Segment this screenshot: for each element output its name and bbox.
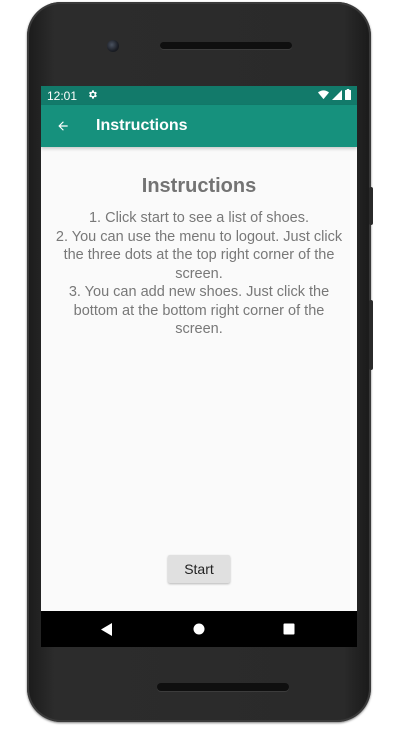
- toolbar-title: Instructions: [96, 117, 188, 134]
- signal-icon: [332, 89, 342, 103]
- device-screen: 12:01 Instructions Instructions 1. Click…: [41, 86, 357, 611]
- instruction-line-2: 2. You can use the menu to logout. Just …: [55, 228, 343, 282]
- status-bar: 12:01: [41, 86, 357, 105]
- instructions-content: Instructions 1. Click start to see a lis…: [41, 175, 357, 339]
- status-icons: [318, 88, 351, 103]
- instruction-line-1: 1. Click start to see a list of shoes.: [88, 210, 309, 226]
- start-button[interactable]: Start: [168, 555, 230, 583]
- circle-home-icon[interactable]: [189, 619, 209, 639]
- gear-icon: [87, 89, 98, 103]
- status-time: 12:01: [47, 88, 78, 103]
- top-speaker: [160, 42, 292, 49]
- volume-button: [369, 300, 373, 370]
- arrow-back-icon[interactable]: [53, 116, 73, 136]
- triangle-back-icon[interactable]: [97, 619, 117, 639]
- square-recents-icon[interactable]: [279, 619, 299, 639]
- bottom-speaker: [157, 683, 289, 691]
- battery-icon: [345, 88, 351, 103]
- wifi-icon: [318, 89, 329, 103]
- front-camera: [107, 40, 119, 52]
- power-button: [369, 187, 373, 225]
- app-toolbar: Instructions: [41, 105, 357, 147]
- navigation-bar: [41, 611, 357, 647]
- instruction-line-3: 3. You can add new shoes. Just click the…: [68, 284, 330, 337]
- page-heading: Instructions: [141, 175, 257, 197]
